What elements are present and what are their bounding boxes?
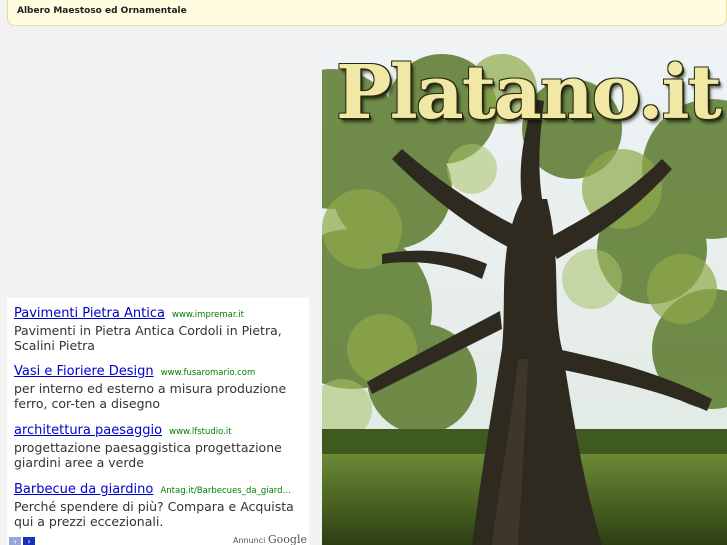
ad-url[interactable]: www.impremar.it <box>172 310 244 320</box>
site-logo[interactable]: Platano.it <box>336 53 727 133</box>
ad-description: per interno ed esterno a misura produzio… <box>14 381 287 411</box>
ad-block: Pavimenti Pietra Antica www.impremar.it … <box>7 298 309 545</box>
ad-description: Pavimenti in Pietra Antica Cordoli in Pi… <box>14 323 282 353</box>
ad-attribution[interactable]: Annunci Google <box>233 533 307 545</box>
ad-navigation: ‹ › <box>9 537 37 545</box>
ad-item[interactable]: architettura paesaggio www.lfstudio.it p… <box>14 419 306 470</box>
ad-item[interactable]: Barbecue da giardino Antag.it/Barbecues_… <box>14 478 306 529</box>
site-tagline: Albero Maestoso ed Ornamentale <box>17 6 187 16</box>
header-photo: Platano.it <box>322 49 727 545</box>
ad-url[interactable]: www.fusaromario.com <box>161 368 256 378</box>
ad-title-link[interactable]: Barbecue da giardino <box>14 482 153 497</box>
google-logo[interactable]: Google <box>268 533 307 545</box>
top-banner: Albero Maestoso ed Ornamentale <box>7 0 727 26</box>
ad-description: progettazione paesaggistica progettazion… <box>14 440 282 470</box>
ad-attribution-label[interactable]: Annunci <box>233 536 265 545</box>
ad-description: Perché spendere di più? Compara e Acquis… <box>14 499 294 529</box>
ad-title-link[interactable]: Pavimenti Pietra Antica <box>14 306 165 321</box>
ad-url[interactable]: Antag.it/Barbecues_da_giard… <box>160 486 291 496</box>
chevron-left-icon[interactable]: ‹ <box>9 537 21 545</box>
ad-title-link[interactable]: Vasi e Fioriere Design <box>14 364 154 379</box>
chevron-right-icon[interactable]: › <box>23 537 35 545</box>
ad-title-link[interactable]: architettura paesaggio <box>14 423 162 438</box>
ad-url[interactable]: www.lfstudio.it <box>169 427 231 437</box>
ad-item[interactable]: Pavimenti Pietra Antica www.impremar.it … <box>14 302 306 353</box>
ad-item[interactable]: Vasi e Fioriere Design www.fusaromario.c… <box>14 360 306 411</box>
